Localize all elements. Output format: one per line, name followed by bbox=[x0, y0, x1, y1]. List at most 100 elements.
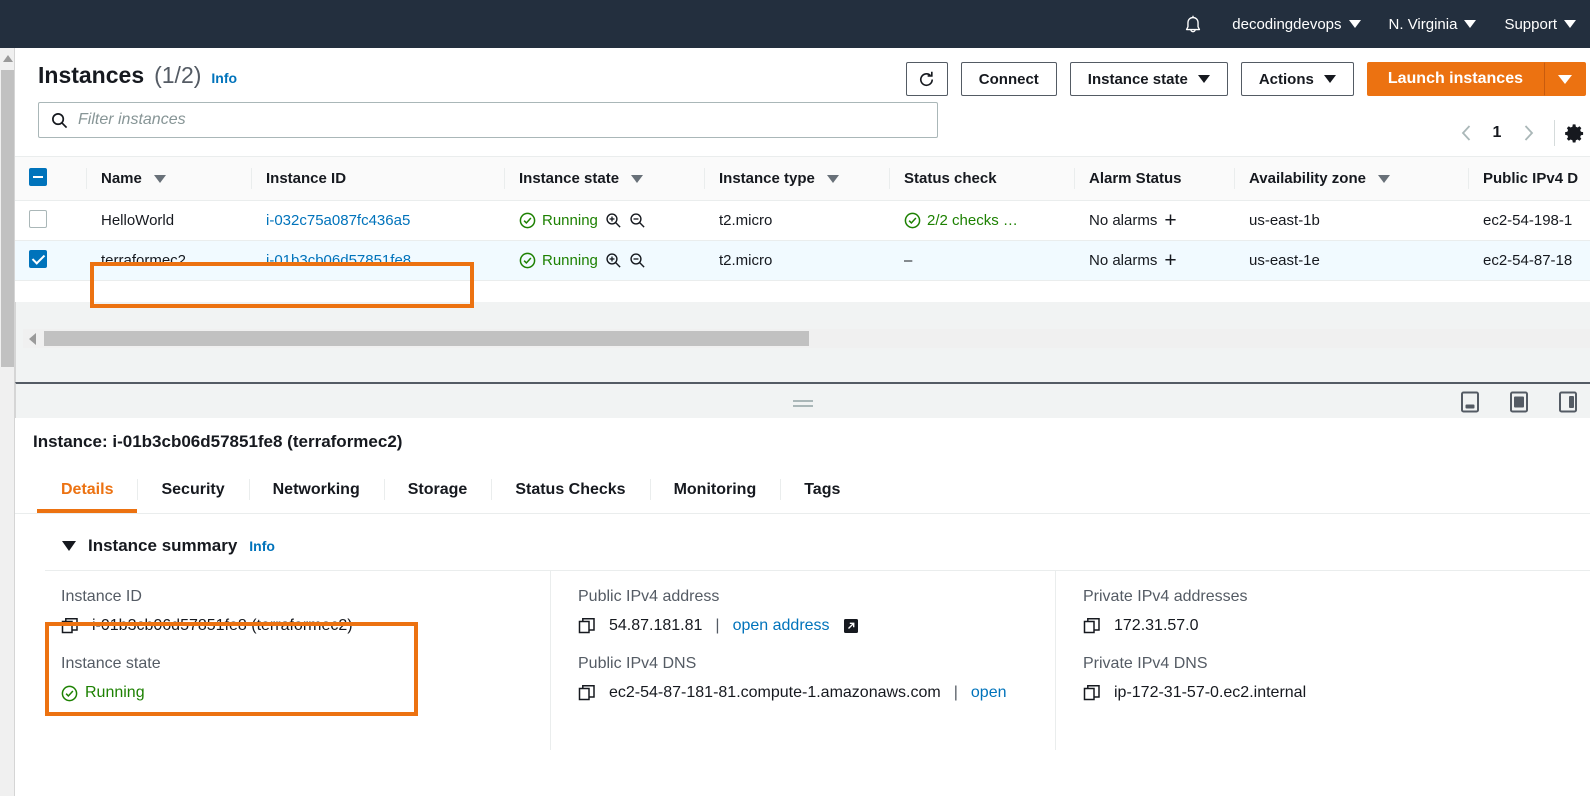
refresh-button[interactable] bbox=[905, 62, 948, 96]
column-header-status-check[interactable]: Status check bbox=[890, 156, 1075, 201]
notifications-button[interactable] bbox=[1168, 0, 1218, 48]
refresh-icon bbox=[920, 71, 934, 86]
launch-instances-dropdown[interactable] bbox=[1544, 62, 1586, 96]
pagination-next-button[interactable] bbox=[1511, 116, 1545, 150]
gear-icon[interactable] bbox=[1564, 123, 1585, 144]
zoom-out-icon[interactable] bbox=[629, 212, 646, 229]
tab-security[interactable]: Security bbox=[137, 466, 248, 513]
table-row[interactable]: terraformec2 i-01b3cb06d57851fe8 Running bbox=[15, 240, 1590, 281]
summary-info-link[interactable]: Info bbox=[249, 538, 275, 554]
tab-monitoring[interactable]: Monitoring bbox=[649, 466, 781, 513]
column-label: Instance state bbox=[519, 170, 620, 187]
search-box[interactable] bbox=[38, 102, 938, 138]
table-header-row: Name Instance ID Instance state Instance… bbox=[15, 156, 1590, 201]
actions-dropdown[interactable]: Actions bbox=[1240, 62, 1354, 96]
open-address-link[interactable]: open address bbox=[733, 617, 830, 635]
row-checkbox[interactable] bbox=[29, 209, 47, 228]
cell-alarm-status: No alarms + bbox=[1075, 200, 1235, 241]
zoom-out-icon[interactable] bbox=[629, 252, 646, 269]
scroll-left-arrow-icon[interactable] bbox=[29, 332, 36, 345]
launch-instances-label: Launch instances bbox=[1387, 70, 1523, 87]
tab-networking[interactable]: Networking bbox=[248, 466, 384, 513]
status-ok-icon bbox=[519, 252, 536, 269]
tab-storage[interactable]: Storage bbox=[383, 466, 492, 513]
cell-status-check: – bbox=[890, 240, 1075, 281]
pagination-page-1[interactable]: 1 bbox=[1483, 124, 1511, 142]
cell-availability-zone: us-east-1b bbox=[1235, 200, 1469, 241]
chevron-down-icon bbox=[1348, 20, 1361, 28]
tab-tags[interactable]: Tags bbox=[780, 466, 864, 513]
sort-icon bbox=[631, 174, 644, 183]
summary-column-3: Private IPv4 addresses 172.31.57.0 Priva… bbox=[1055, 571, 1580, 750]
split-panel-drag-bar[interactable] bbox=[15, 382, 1590, 418]
add-alarm-icon[interactable]: + bbox=[1164, 210, 1176, 231]
connect-button[interactable]: Connect bbox=[960, 62, 1057, 96]
tab-label: Networking bbox=[272, 480, 360, 498]
select-all-checkbox[interactable] bbox=[29, 167, 47, 186]
add-alarm-icon[interactable]: + bbox=[1164, 250, 1176, 271]
scroll-up-arrow-icon[interactable] bbox=[3, 55, 13, 62]
layout-bottom-icon[interactable] bbox=[1458, 390, 1482, 414]
field-private-ipv4-dns: Private IPv4 DNS ip-172-31-57-0.ec2.inte… bbox=[1083, 655, 1560, 702]
open-dns-link[interactable]: open bbox=[971, 684, 1007, 702]
tab-details[interactable]: Details bbox=[37, 466, 137, 513]
external-link-icon[interactable] bbox=[843, 618, 859, 634]
cell-instance-id-link[interactable]: i-01b3cb06d57851fe8 bbox=[266, 252, 411, 269]
state-label: Running bbox=[542, 212, 598, 229]
copy-icon[interactable] bbox=[1083, 617, 1101, 635]
instance-state-label: Instance state bbox=[1087, 70, 1188, 88]
toolbar-actions: Connect Instance state Actions Launch in… bbox=[905, 62, 1586, 96]
column-label: Instance ID bbox=[266, 170, 347, 187]
search-input[interactable] bbox=[78, 111, 925, 129]
column-header-instance-id[interactable]: Instance ID bbox=[252, 156, 505, 201]
expand-collapse-icon[interactable] bbox=[62, 541, 76, 551]
field-instance-state: Instance state Running bbox=[61, 655, 530, 702]
copy-icon[interactable] bbox=[1083, 684, 1101, 702]
column-header-alarm-status[interactable]: Alarm Status bbox=[1075, 156, 1235, 201]
copy-icon[interactable] bbox=[578, 684, 596, 702]
tab-status-checks[interactable]: Status Checks bbox=[491, 466, 649, 513]
layout-side-icon[interactable] bbox=[1556, 390, 1580, 414]
field-instance-id: Instance ID i-01b3cb06d57851fe8 (terrafo… bbox=[61, 588, 530, 635]
chevron-down-icon bbox=[1558, 74, 1572, 84]
scrollbar-thumb[interactable] bbox=[1, 70, 14, 367]
table-horizontal-scrollbar[interactable] bbox=[23, 329, 1590, 348]
copy-icon[interactable] bbox=[578, 617, 596, 635]
layout-full-icon[interactable] bbox=[1507, 390, 1531, 414]
pagination-prev-button[interactable] bbox=[1449, 116, 1483, 150]
table-row[interactable]: HelloWorld i-032c75a087fc436a5 Running t… bbox=[15, 200, 1590, 241]
zoom-in-icon[interactable] bbox=[605, 212, 622, 229]
sort-icon bbox=[826, 174, 839, 183]
tab-label: Security bbox=[161, 480, 225, 498]
account-menu[interactable]: decodingdevops bbox=[1218, 0, 1374, 48]
zoom-in-icon[interactable] bbox=[605, 252, 622, 269]
instance-state-dropdown[interactable]: Instance state bbox=[1069, 62, 1228, 96]
sort-icon bbox=[153, 174, 166, 183]
launch-instances-button[interactable]: Launch instances bbox=[1366, 62, 1544, 96]
instance-summary-header[interactable]: Instance summary Info bbox=[15, 514, 1590, 570]
region-menu[interactable]: N. Virginia bbox=[1375, 0, 1491, 48]
row-checkbox[interactable] bbox=[29, 249, 47, 268]
column-label: Name bbox=[101, 170, 142, 187]
column-label: Instance type bbox=[719, 170, 815, 187]
support-menu[interactable]: Support bbox=[1490, 0, 1590, 48]
scrollbar-thumb[interactable] bbox=[44, 331, 809, 346]
drag-handle-icon[interactable] bbox=[793, 397, 813, 407]
column-header-name[interactable]: Name bbox=[87, 156, 252, 201]
cell-name: HelloWorld bbox=[87, 200, 252, 241]
column-label: Status check bbox=[904, 170, 997, 187]
top-navigation-bar: decodingdevops N. Virginia Support bbox=[0, 0, 1590, 48]
field-public-ipv4-dns: Public IPv4 DNS ec2-54-87-181-81.compute… bbox=[578, 655, 1035, 702]
page-vertical-scrollbar[interactable] bbox=[0, 48, 15, 796]
column-header-instance-type[interactable]: Instance type bbox=[705, 156, 890, 201]
column-header-instance-state[interactable]: Instance state bbox=[505, 156, 705, 201]
page-title-text: Instances bbox=[38, 62, 145, 88]
cell-instance-id-link[interactable]: i-032c75a087fc436a5 bbox=[266, 212, 410, 229]
info-link[interactable]: Info bbox=[211, 70, 237, 86]
search-row: 1 bbox=[15, 102, 1590, 156]
column-header-availability-zone[interactable]: Availability zone bbox=[1235, 156, 1469, 201]
copy-icon[interactable] bbox=[61, 617, 79, 635]
bell-icon bbox=[1186, 15, 1201, 33]
sort-icon bbox=[1377, 174, 1390, 183]
column-header-public-ipv4-dns[interactable]: Public IPv4 D bbox=[1469, 156, 1590, 201]
